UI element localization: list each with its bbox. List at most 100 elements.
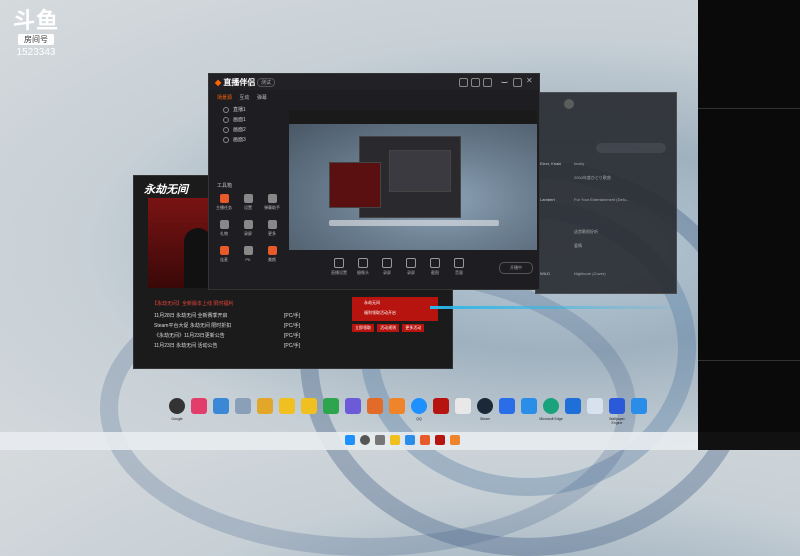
maximize-icon[interactable]	[513, 78, 522, 87]
windows-start-icon[interactable]	[345, 435, 355, 445]
nested-window	[389, 150, 451, 192]
app-icon[interactable]	[521, 398, 537, 414]
news-item[interactable]: 《永劫无间》11月23日更新公告	[154, 332, 225, 339]
music-row[interactable]: WILD	[540, 271, 550, 276]
douyu-logo: 斗鱼 房间号 1523343	[12, 10, 60, 59]
scene-item[interactable]: 画面2	[223, 126, 246, 133]
app-icon[interactable]	[499, 398, 515, 414]
explorer-icon[interactable]	[390, 435, 400, 445]
app-icon[interactable]	[433, 398, 449, 414]
nested-window	[329, 162, 381, 208]
settings-icon[interactable]	[483, 78, 492, 87]
close-icon[interactable]: ✕	[526, 76, 533, 85]
more-button[interactable]: 更多活动	[402, 324, 425, 332]
scene-item[interactable]: 画面1	[223, 116, 246, 123]
app-icon[interactable]	[565, 398, 581, 414]
message-icon[interactable]	[471, 78, 480, 87]
panel-divider	[698, 108, 800, 109]
toolbox-title: 工具箱	[217, 183, 233, 189]
control-record2[interactable]: 录屏	[401, 258, 421, 276]
app-icon[interactable]	[279, 398, 295, 414]
skin-icon[interactable]	[459, 78, 468, 87]
app-icon[interactable]	[450, 435, 460, 445]
control-record[interactable]: 录屏	[377, 258, 397, 276]
app-icon[interactable]	[435, 435, 445, 445]
qq-icon[interactable]	[411, 398, 427, 414]
music-window[interactable]: Elect, Khaki lovely 2004年度ひとり歌曲 Lambert …	[535, 92, 677, 294]
game-brand: 永劫无间	[144, 184, 188, 196]
app-logo: ◆ 直播伴侣	[215, 78, 256, 87]
tab-danmaku[interactable]: 弹幕	[257, 95, 267, 101]
music-row-title: Nightcore (Cover)	[574, 271, 606, 276]
tool-item[interactable]: 礼物	[213, 220, 235, 237]
news-tag: [PC/手]	[284, 343, 301, 349]
control-live-settings[interactable]: 直播设置	[329, 258, 349, 276]
app-icon[interactable]	[323, 398, 339, 414]
promo-buttons: 立即领取 活动规则 更多活动	[352, 324, 426, 332]
stream-preview[interactable]	[289, 110, 537, 250]
google-icon[interactable]	[169, 398, 185, 414]
news-list-title[interactable]: 【永劫无间】全新版本上线 限时福利	[152, 300, 233, 307]
app-icon[interactable]	[301, 398, 317, 414]
title-bar[interactable]: ◆ 直播伴侣 测试 ✕	[209, 74, 539, 90]
stream-companion-window[interactable]: ◆ 直播伴侣 测试 ✕ 场景源 互动 弹幕 直播1 画面1 画面2 画面3 工具…	[208, 73, 540, 290]
news-tag: [PC/手]	[284, 313, 301, 319]
steam-icon[interactable]	[477, 398, 493, 414]
tool-item[interactable]: 主播任务	[213, 194, 235, 211]
news-item[interactable]: 11月23日 永劫无间 活动公告	[154, 342, 218, 349]
control-camera[interactable]: 摄像头	[353, 258, 373, 276]
live-status-button[interactable]: 开播中	[499, 262, 533, 274]
desktop-icon-label: Wallpaper Engine	[609, 417, 625, 425]
tool-item[interactable]: PK	[237, 246, 259, 262]
tool-item[interactable]: 美颜	[261, 246, 283, 263]
tool-item[interactable]: 弹幕助手	[261, 194, 283, 211]
taskbar	[0, 432, 698, 450]
search-icon[interactable]	[360, 435, 370, 445]
tool-item[interactable]: 连麦	[213, 246, 235, 263]
app-icon[interactable]	[191, 398, 207, 414]
music-row[interactable]: Elect, Khaki	[540, 161, 561, 166]
app-icon[interactable]	[213, 398, 229, 414]
control-screenshot[interactable]: 截图	[425, 258, 445, 276]
music-row-title: 爱情	[574, 243, 582, 248]
tab-interact[interactable]: 互动	[239, 95, 249, 101]
scene-item[interactable]: 画面3	[223, 136, 246, 143]
tool-item[interactable]: 设置	[237, 194, 259, 211]
right-taskbar	[698, 432, 800, 450]
cyan-highlight	[430, 306, 690, 309]
app-icon[interactable]	[455, 398, 471, 414]
app-icon[interactable]	[389, 398, 405, 414]
wallpaper-engine-icon[interactable]	[609, 398, 625, 414]
tab-scene-source[interactable]: 场景源	[217, 95, 232, 101]
taskview-icon[interactable]	[375, 435, 385, 445]
news-item[interactable]: 11月28日 永劫无间 全新赛季开启	[154, 312, 228, 319]
control-volume[interactable]: 音量	[449, 258, 469, 276]
tool-item[interactable]: 录屏	[237, 220, 259, 237]
rules-button[interactable]: 活动规则	[377, 324, 400, 332]
app-icon[interactable]	[367, 398, 383, 414]
desktop-icon-label: QQ	[416, 417, 422, 421]
desktop-icon-label: Microsoft Edge	[539, 417, 563, 421]
music-row-title: For Your Entertainment (Delu...	[574, 197, 630, 202]
news-tag: [PC/手]	[284, 323, 301, 329]
news-item[interactable]: Steam平台大促 永劫无间 限时折扣	[154, 322, 231, 329]
claim-button[interactable]: 立即领取	[352, 324, 374, 332]
music-search[interactable]	[596, 143, 666, 153]
app-icon[interactable]	[420, 435, 430, 445]
browser-icon[interactable]	[405, 435, 415, 445]
app-icon[interactable]	[345, 398, 361, 414]
scene-label: 画面2	[233, 127, 246, 133]
app-icon[interactable]	[257, 398, 273, 414]
music-row-title: 2004年度ひとり歌曲	[574, 175, 611, 180]
minimize-icon[interactable]	[501, 78, 508, 83]
promo-card-title: 永劫无间	[364, 300, 380, 305]
edge-icon[interactable]	[543, 398, 559, 414]
app-icon[interactable]	[631, 398, 647, 414]
app-icon[interactable]	[587, 398, 603, 414]
app-icon[interactable]	[235, 398, 251, 414]
scene-item[interactable]: 直播1	[223, 106, 246, 113]
music-row[interactable]: Lambert	[540, 197, 555, 202]
desktop-icon-label: Steam	[479, 417, 491, 421]
nested-taskbar	[329, 220, 499, 226]
tool-item[interactable]: 更多	[261, 220, 283, 237]
